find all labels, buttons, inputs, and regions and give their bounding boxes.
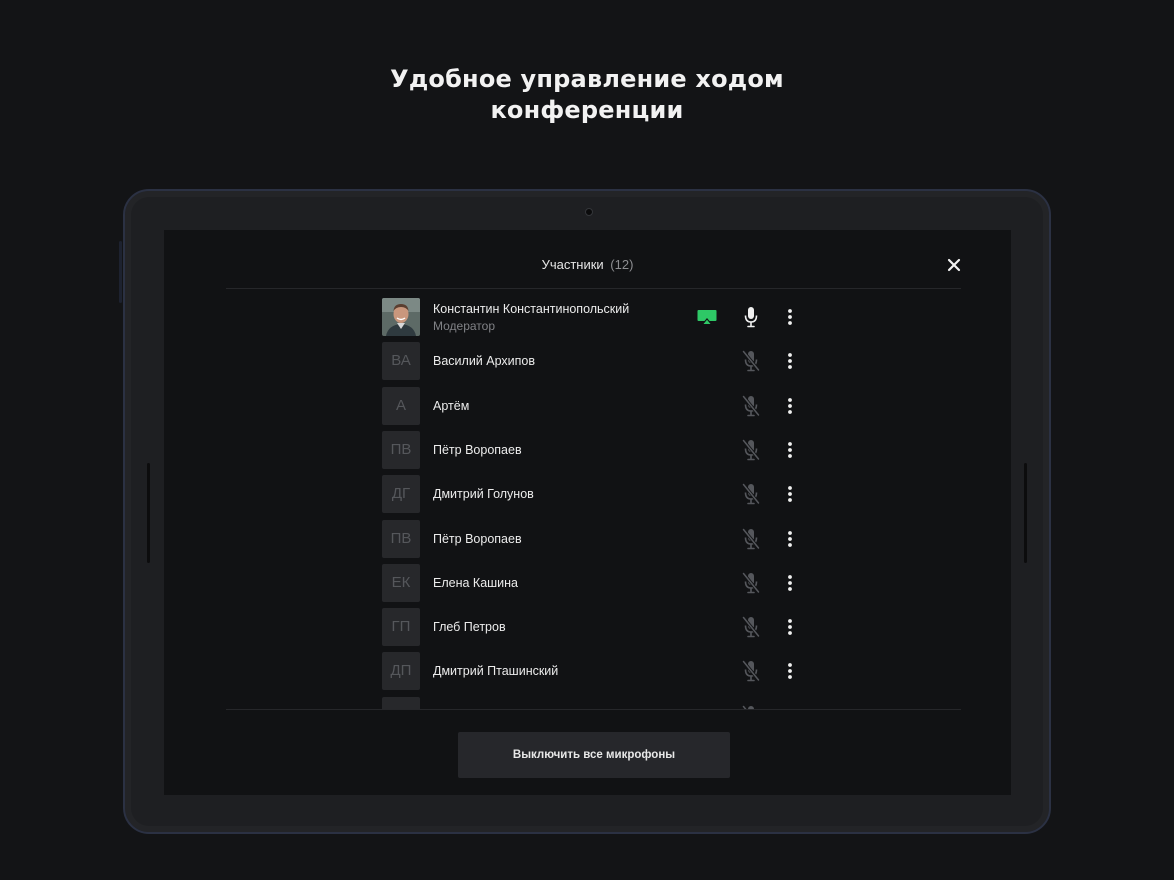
screen-share-icon[interactable]: [697, 309, 717, 325]
tablet-bezel-left: [147, 463, 150, 563]
microphone-off-icon[interactable]: [742, 660, 760, 682]
microphone-on-icon[interactable]: [742, 306, 760, 328]
participant-name: Дмитрий Голунов: [433, 487, 534, 502]
participant-name: Артём: [433, 398, 470, 413]
participant-row[interactable]: Константин Константинопольский Модератор: [382, 298, 812, 336]
tablet-side-button: [119, 241, 122, 303]
microphone-off-icon[interactable]: [742, 527, 760, 550]
participant-name: Константин Константинопольский: [433, 302, 630, 316]
more-options-icon[interactable]: [782, 306, 798, 328]
microphone-off-icon[interactable]: [742, 395, 760, 417]
headline-line-2: конференции: [490, 96, 684, 124]
more-options-icon[interactable]: [782, 616, 798, 638]
panel-title: Участники (12): [164, 257, 1011, 272]
participant-role: Модератор: [433, 319, 496, 333]
panel-title-text: Участники: [541, 257, 604, 272]
participant-name: Глеб Петров: [433, 620, 506, 635]
participant-row[interactable]: ВА Василий Архипов: [382, 342, 812, 381]
participant-row[interactable]: А Артём: [382, 386, 812, 425]
more-options-icon[interactable]: [782, 439, 798, 461]
participant-name: Елена Кашина: [433, 575, 519, 590]
participant-row[interactable]: ПВ Пётр Воропаев: [382, 519, 812, 558]
headline-line-1: Удобное управление ходом: [390, 65, 784, 93]
microphone-off-icon[interactable]: [742, 483, 760, 505]
participant-row[interactable]: ГП Глеб Петров: [382, 608, 812, 647]
panel-header: Участники (12): [164, 230, 1011, 288]
participant-row[interactable]: ЕК Елена Кашина: [382, 563, 812, 602]
microphone-off-icon[interactable]: [742, 350, 760, 372]
participant-list[interactable]: Константин Константинопольский Модератор В…: [164, 289, 1011, 709]
participant-name: Василий Архипов: [433, 354, 535, 369]
more-options-icon[interactable]: [782, 660, 798, 682]
footer-divider: [226, 709, 961, 710]
participant-row[interactable]: ДП Дмитрий Пташинский: [382, 652, 812, 691]
more-options-icon[interactable]: [782, 528, 798, 550]
avatar-photo: [382, 298, 420, 336]
microphone-off-icon[interactable]: [742, 572, 760, 594]
avatar: ГП: [382, 608, 420, 647]
participant-name: Пётр Воропаев: [433, 442, 522, 457]
participants-screen: Участники (12) Константин Константинопол…: [164, 230, 1011, 795]
avatar: [382, 696, 420, 709]
close-icon[interactable]: [946, 257, 962, 273]
camera-icon: [585, 208, 593, 216]
tablet-bezel-right: [1024, 463, 1027, 563]
avatar: А: [382, 386, 420, 425]
promo-headline: Удобное управление ходом конференции: [0, 64, 1174, 126]
avatar: ВА: [382, 342, 420, 381]
more-options-icon[interactable]: [782, 483, 798, 505]
avatar: ПВ: [382, 519, 420, 558]
microphone-off-icon[interactable]: [742, 616, 760, 638]
tablet-frame: Участники (12) Константин Константинопол…: [119, 189, 1051, 834]
avatar: ПВ: [382, 430, 420, 469]
participant-name: Дмитрий Пташинский: [433, 664, 559, 679]
more-options-icon[interactable]: [782, 350, 798, 372]
participant-name: Пётр Воропаев: [433, 531, 522, 546]
participant-count: (12): [610, 257, 634, 272]
participant-row[interactable]: ДГ Дмитрий Голунов: [382, 475, 812, 514]
avatar: ЕК: [382, 563, 420, 602]
avatar: ДП: [382, 652, 420, 691]
avatar: ДГ: [382, 475, 420, 514]
mute-all-button[interactable]: Выключить все микрофоны: [458, 732, 730, 778]
more-options-icon[interactable]: [782, 572, 798, 594]
participant-row[interactable]: ПВ Пётр Воропаев: [382, 430, 812, 469]
participant-row[interactable]: [382, 696, 812, 709]
microphone-off-icon[interactable]: [742, 439, 760, 461]
avatar: [382, 298, 420, 336]
more-options-icon[interactable]: [782, 395, 798, 417]
